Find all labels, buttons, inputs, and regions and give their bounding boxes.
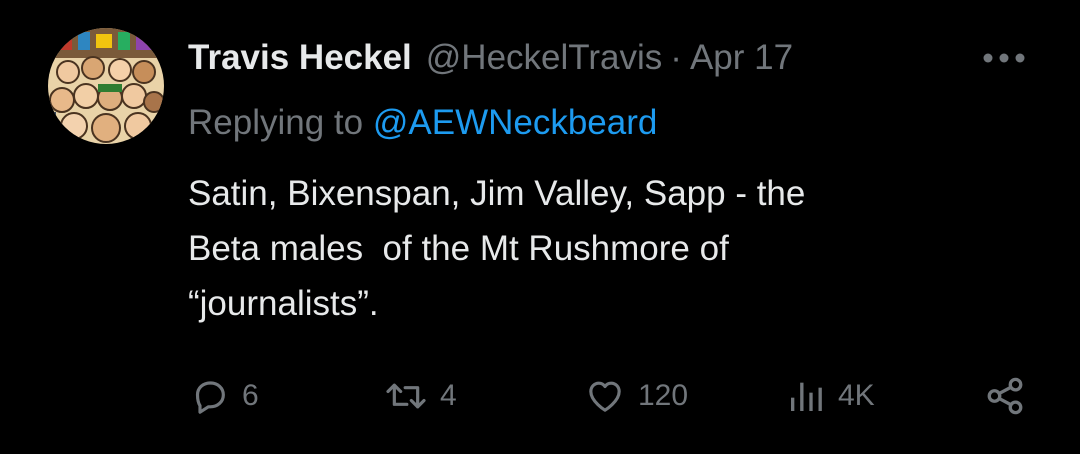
tweet-text-line: “journalists”. <box>188 284 379 323</box>
reply-count: 6 <box>242 379 259 412</box>
reply-button[interactable]: 6 <box>190 368 259 424</box>
views-button[interactable]: 4K <box>786 368 875 424</box>
user-handle[interactable]: @HeckelTravis <box>426 34 663 82</box>
avatar[interactable] <box>48 28 164 144</box>
like-button[interactable]: 120 <box>584 368 688 424</box>
replying-to-label: Replying to <box>188 103 364 142</box>
action-bar: 6 4 120 4K <box>0 368 1080 424</box>
like-count: 120 <box>638 379 689 412</box>
more-options-button[interactable] <box>976 40 1032 76</box>
avatar-illustration-icon <box>48 28 164 144</box>
share-button[interactable] <box>984 368 1026 424</box>
replying-to-mention[interactable]: @AEWNeckbeard <box>373 103 658 142</box>
share-icon <box>987 377 1023 415</box>
retweet-count: 4 <box>440 379 457 412</box>
views-count: 4K <box>838 379 875 412</box>
display-name[interactable]: Travis Heckel <box>188 34 412 82</box>
tweet-text-line: Beta males of the Mt Rushmore of <box>188 229 729 268</box>
tweet[interactable]: Travis Heckel @HeckelTravis · Apr 17 Rep… <box>0 0 1080 454</box>
replying-to: Replying to @AEWNeckbeard <box>188 100 657 146</box>
retweet-button[interactable]: 4 <box>384 368 457 424</box>
tweet-header: Travis Heckel @HeckelTravis · Apr 17 <box>188 34 793 82</box>
separator-dot: · <box>670 38 682 77</box>
tweet-text: Satin, Bixenspan, Jim Valley, Sapp - the… <box>188 166 1018 331</box>
retweet-icon <box>386 383 426 409</box>
more-horizontal-icon <box>983 53 1025 63</box>
reply-bubble-icon <box>195 381 225 414</box>
tweet-text-line: Satin, Bixenspan, Jim Valley, Sapp - the <box>188 174 806 213</box>
tweet-date[interactable]: Apr 17 <box>690 34 793 82</box>
views-bars-icon <box>791 382 822 411</box>
heart-icon <box>589 381 621 412</box>
